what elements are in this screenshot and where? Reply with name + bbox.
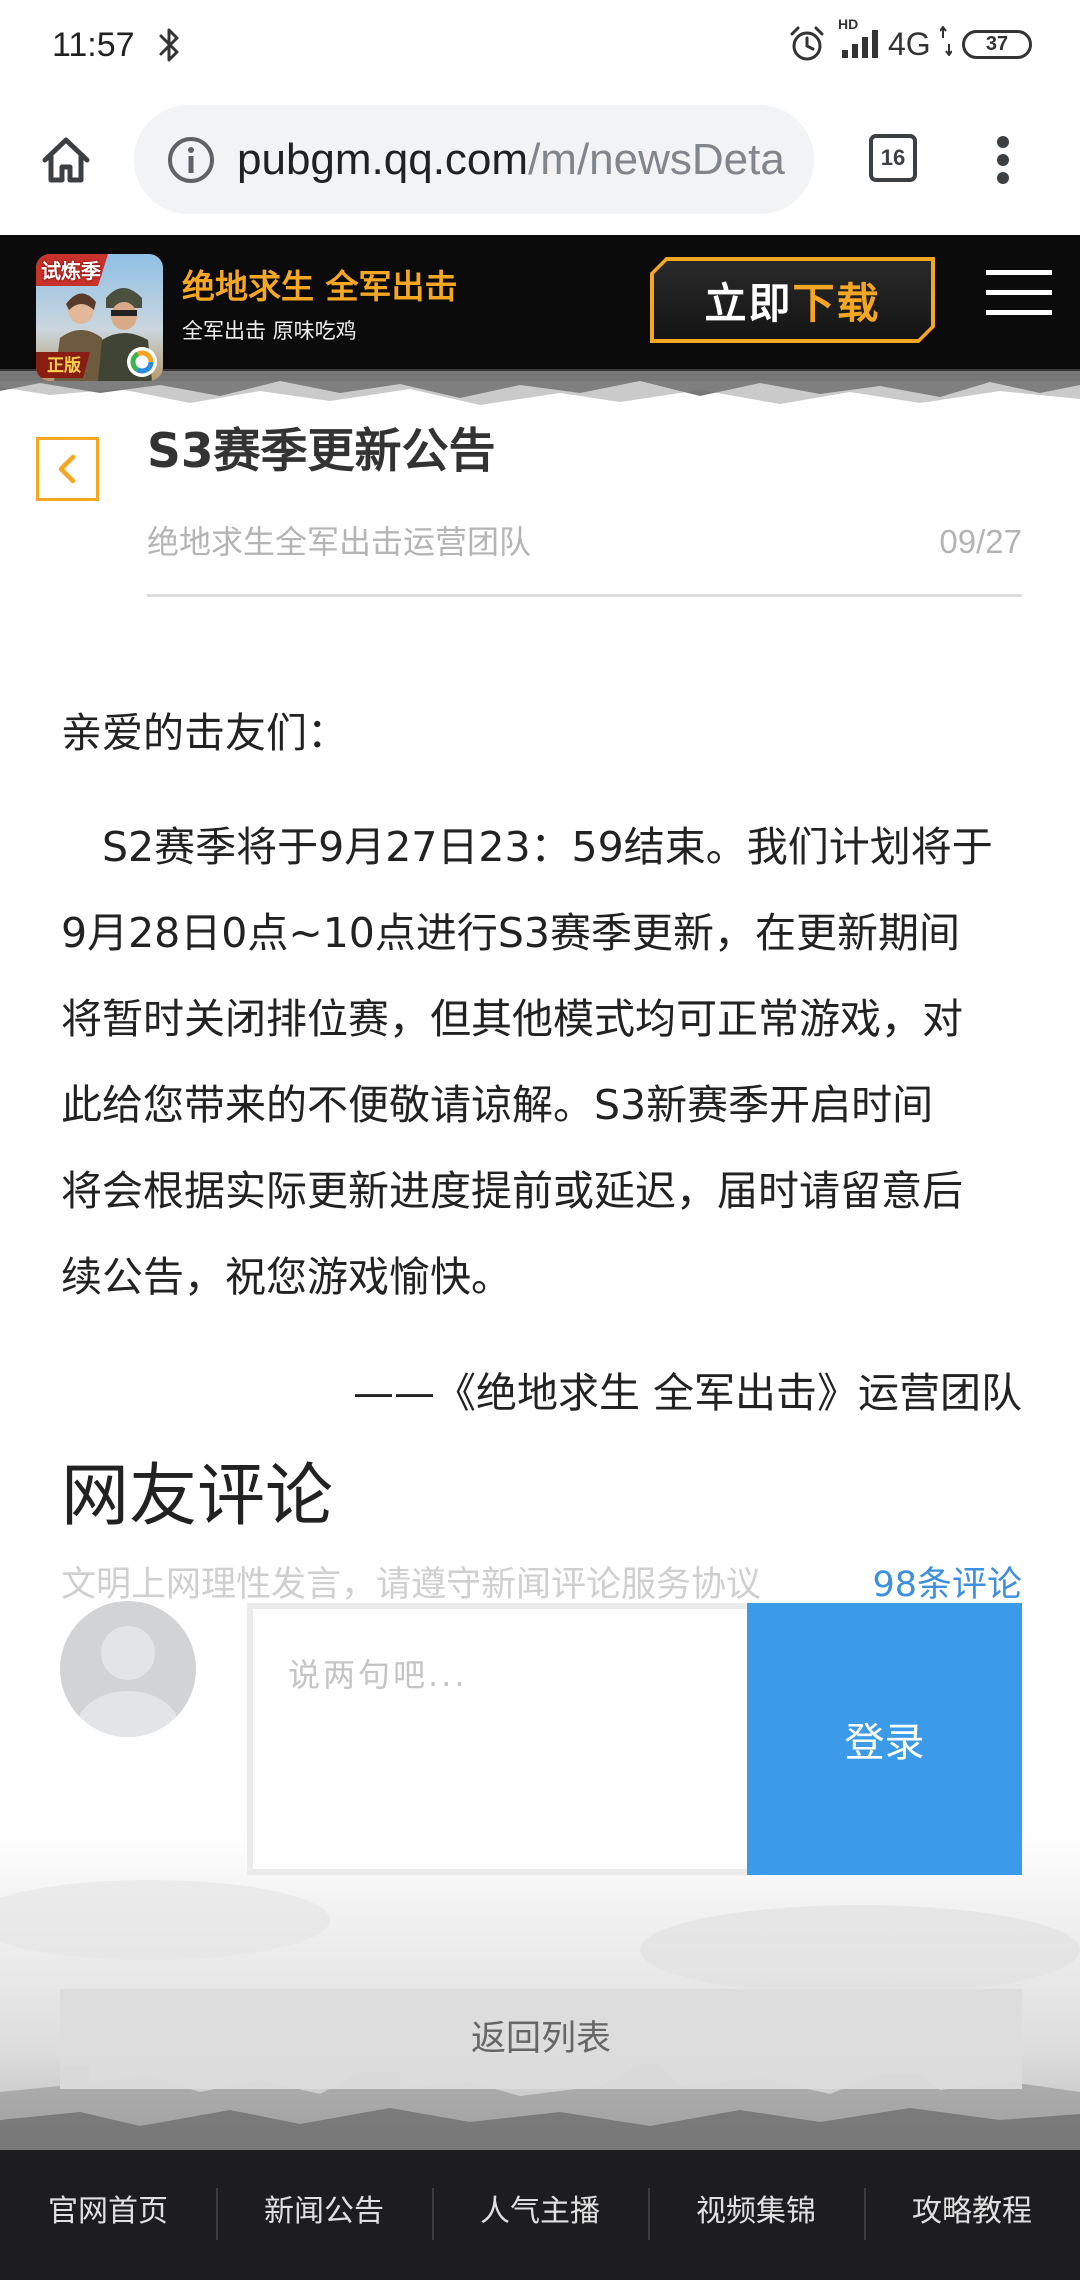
site-title: 绝地求生 全军出击 bbox=[182, 267, 458, 306]
download-button[interactable]: 立即 下载 bbox=[650, 257, 935, 343]
bottom-nav: 官网首页 新闻公告 人气主播 视频集锦 攻略教程 bbox=[0, 2150, 1080, 2280]
avatar-placeholder-icon bbox=[60, 1601, 196, 1737]
game-logo[interactable]: 试炼季 正版 bbox=[36, 254, 163, 381]
back-button[interactable] bbox=[36, 437, 99, 501]
address-bar[interactable]: pubgm.qq.com/m/newsDeta bbox=[134, 105, 814, 214]
nav-item-streamers[interactable]: 人气主播 bbox=[432, 2150, 648, 2280]
alarm-icon bbox=[790, 26, 824, 61]
logo-badge-official: 正版 bbox=[47, 356, 81, 376]
login-button[interactable]: 登录 bbox=[747, 1603, 1022, 1875]
download-label-part2: 下载 bbox=[792, 278, 881, 328]
tabs-icon[interactable]: 16 bbox=[869, 134, 917, 182]
network-type-label: 4G bbox=[888, 26, 931, 62]
nav-item-guides[interactable]: 攻略教程 bbox=[864, 2150, 1080, 2280]
article-body-line: S2赛季将于9月27日23：59结束。我们计划将于 bbox=[102, 823, 993, 871]
divider bbox=[147, 594, 1022, 597]
status-time: 11:57 bbox=[52, 26, 135, 64]
article-body-line: 此给您带来的不便敬请谅解。S3新赛季开启时间 bbox=[61, 1081, 934, 1129]
comments-heading: 网友评论 bbox=[61, 1457, 334, 1536]
signal-icon bbox=[842, 30, 878, 58]
data-activity-icon bbox=[940, 26, 952, 56]
article-body-line: 将会根据实际更新进度提前或延迟，届时请留意后 bbox=[61, 1167, 963, 1215]
return-to-list-button[interactable]: 返回列表 bbox=[60, 1989, 1022, 2089]
home-icon[interactable] bbox=[40, 134, 92, 186]
url-text[interactable]: pubgm.qq.com/m/newsDeta bbox=[237, 105, 790, 214]
article-signature: ——《绝地求生 全军出击》运营团队 bbox=[352, 1369, 1022, 1417]
battery-icon: 37 bbox=[962, 30, 1032, 59]
nav-item-home[interactable]: 官网首页 bbox=[0, 2150, 216, 2280]
article-body-line: 9月28日0点~10点进行S3赛季更新，在更新期间 bbox=[61, 909, 960, 957]
article-body-line: 续公告，祝您游戏愉快。 bbox=[61, 1253, 512, 1301]
article-body-line: 将暂时关闭排位赛，但其他模式均可正常游戏，对 bbox=[61, 995, 963, 1043]
article-title: S3赛季更新公告 bbox=[147, 424, 496, 479]
article-date: 09/27 bbox=[939, 523, 1022, 560]
bluetooth-icon bbox=[159, 28, 179, 62]
back-chevron-icon bbox=[58, 454, 76, 484]
logo-badge-season: 试炼季 bbox=[41, 259, 101, 283]
nav-item-news[interactable]: 新闻公告 bbox=[216, 2150, 432, 2280]
download-label-part1: 立即 bbox=[704, 278, 793, 328]
article-body: S2赛季将于9月27日23：59结束。我们计划将于 9月28日0点~10点进行S… bbox=[61, 804, 1022, 1320]
url-host: pubgm.qq.com bbox=[237, 135, 529, 184]
hamburger-menu-icon[interactable] bbox=[986, 270, 1052, 316]
info-icon[interactable] bbox=[166, 135, 216, 185]
article-author: 绝地求生全军出击运营团队 bbox=[147, 523, 532, 561]
nav-item-videos[interactable]: 视频集锦 bbox=[648, 2150, 864, 2280]
article-greeting: 亲爱的击友们： bbox=[61, 709, 348, 757]
url-path: /m/newsDeta bbox=[528, 135, 785, 184]
comment-input[interactable] bbox=[247, 1603, 749, 1875]
download-button-label: 立即 下载 bbox=[654, 261, 931, 339]
site-subtitle: 全军出击 原味吃鸡 bbox=[182, 319, 357, 343]
menu-dots-icon[interactable] bbox=[994, 134, 1012, 186]
